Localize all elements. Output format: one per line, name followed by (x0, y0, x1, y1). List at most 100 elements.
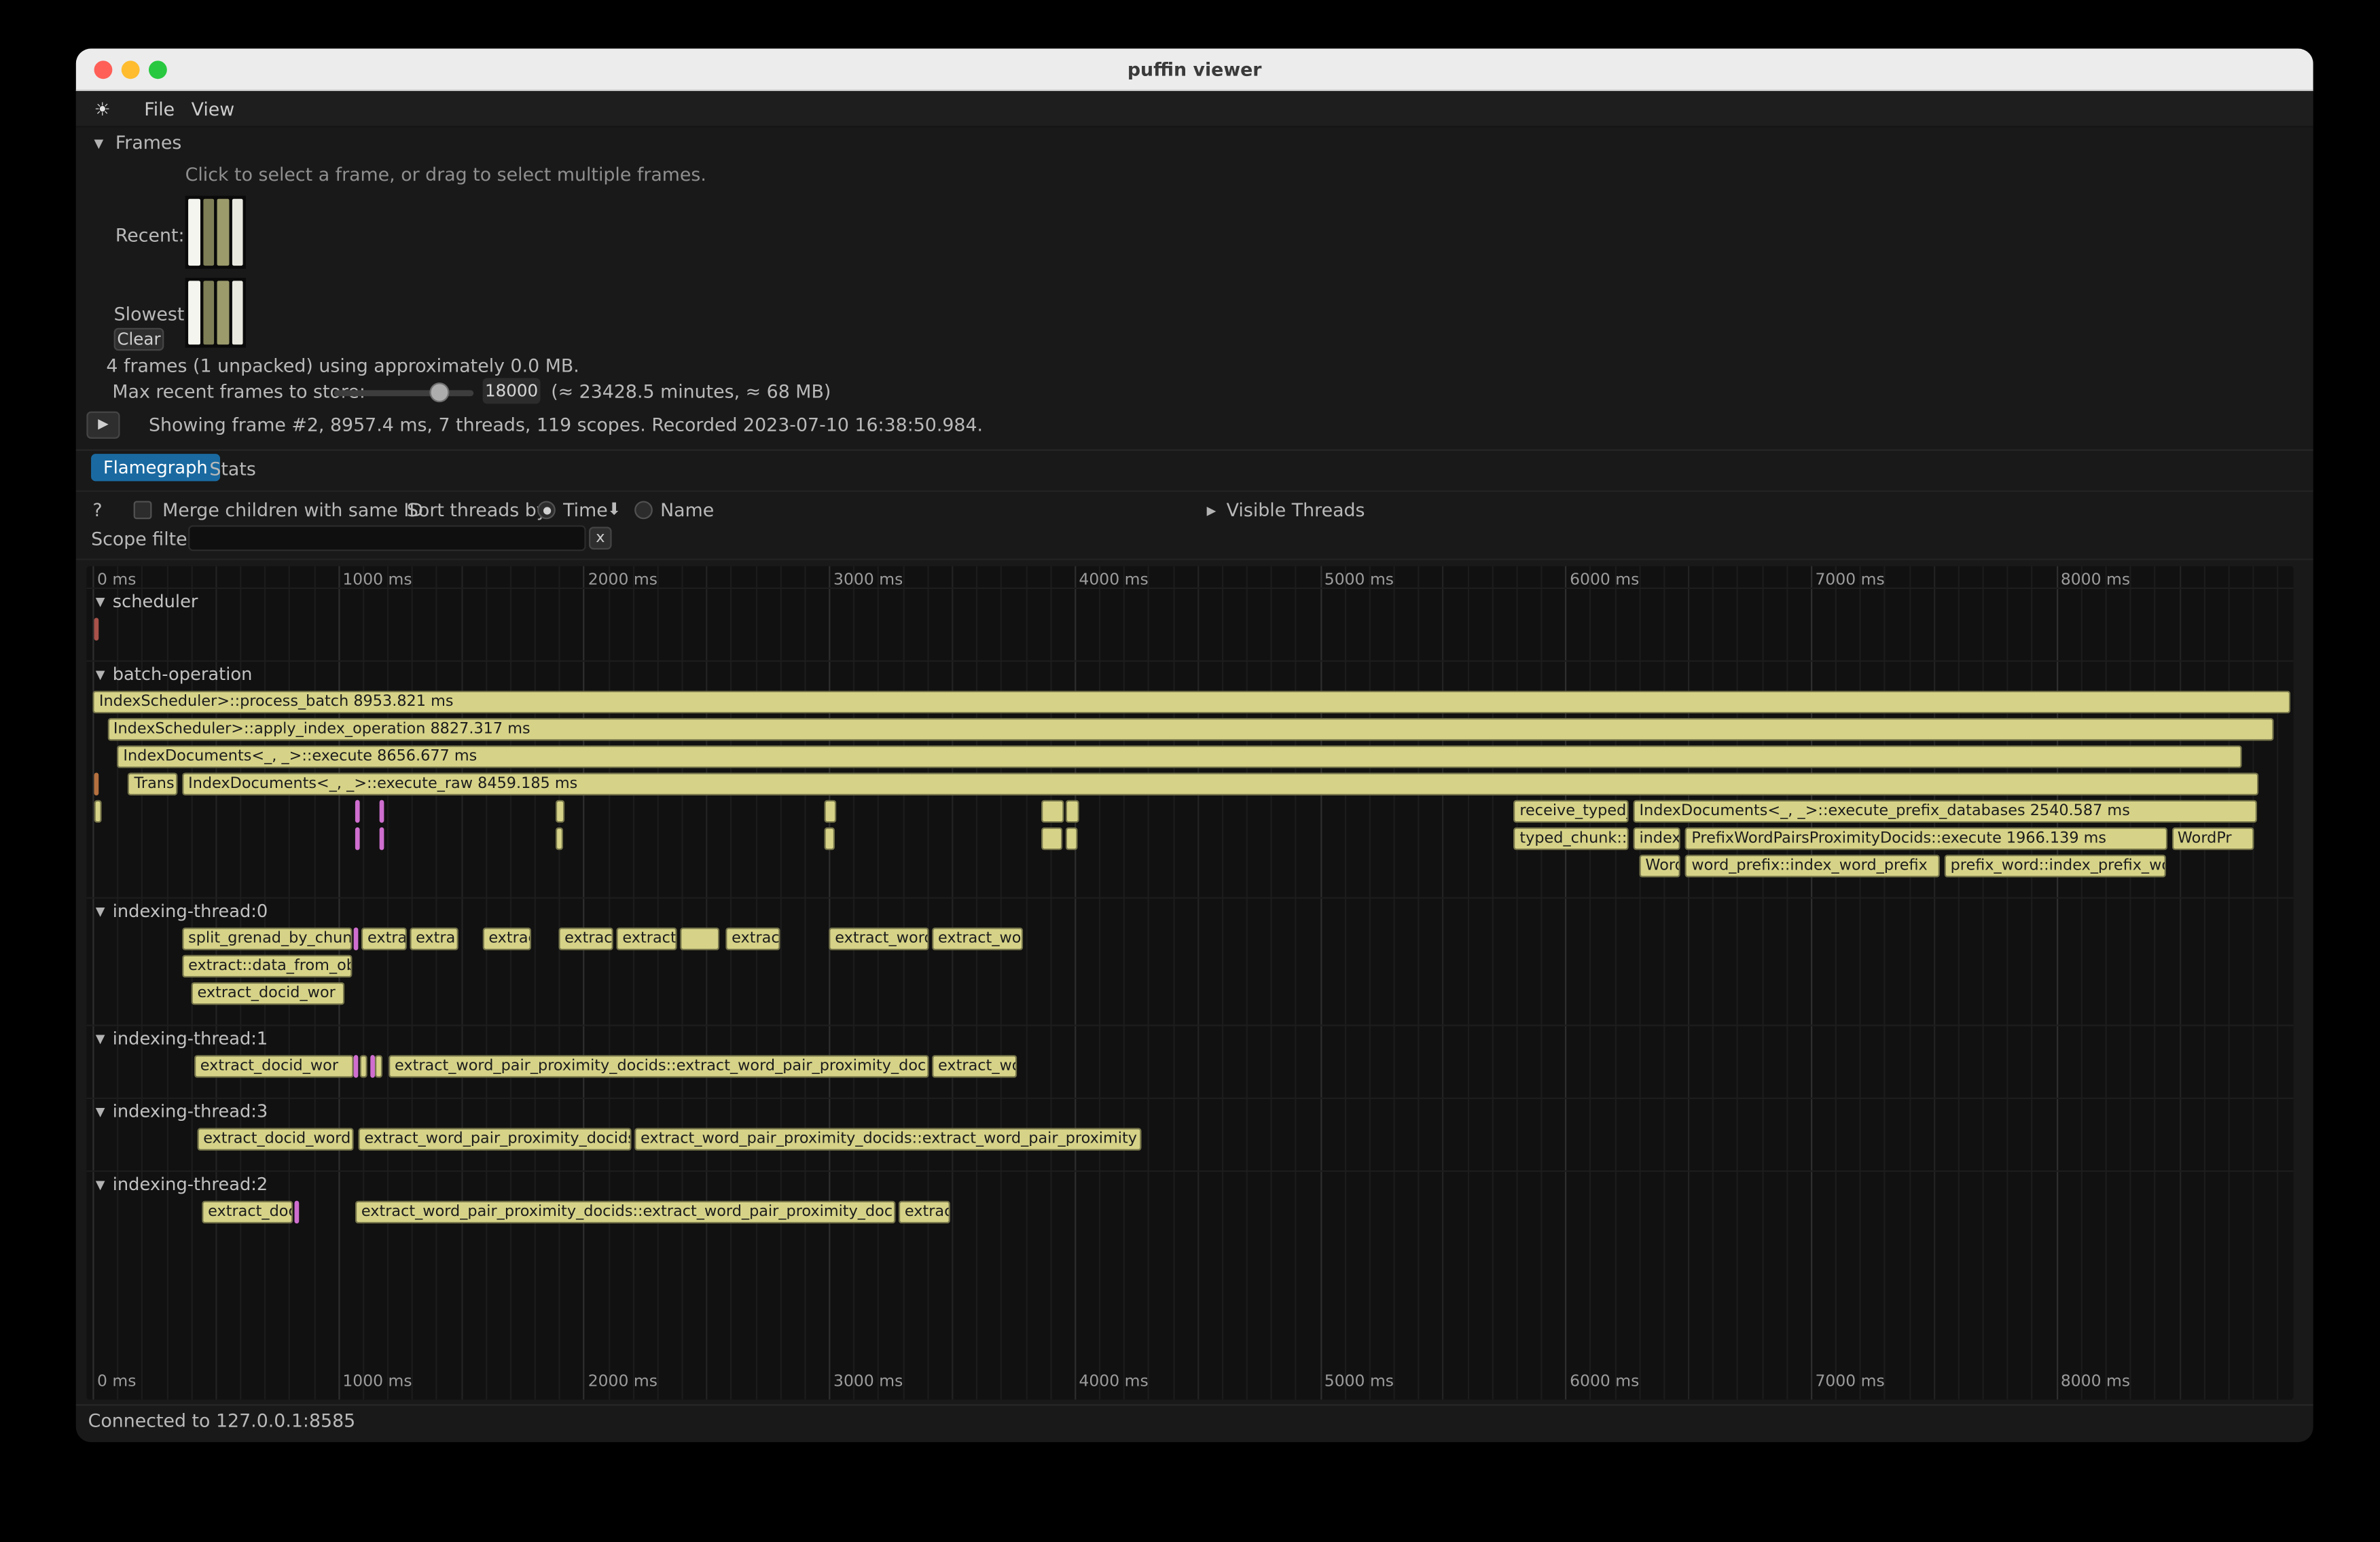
scope-bar[interactable]: extract_word_pair_proximity_docids::extr… (634, 1128, 1142, 1151)
sort-time-label[interactable]: Time (563, 499, 608, 520)
thread-header-indexing-thread:1[interactable]: ▼indexing-thread:1 (96, 1028, 268, 1049)
merge-checkbox-label[interactable]: Merge children with same ID (162, 499, 423, 520)
scope-bar[interactable]: receive_typed_ (1513, 800, 1629, 823)
scope-bar[interactable]: extract_wo (932, 1055, 1017, 1078)
scope-bar[interactable] (94, 618, 98, 641)
scope-bar[interactable]: IndexDocuments<_, _>::execute_prefix_dat… (1634, 800, 2257, 823)
thread-header-indexing-thread:3[interactable]: ▼indexing-thread:3 (96, 1100, 268, 1122)
scope-bar[interactable]: extract_docid_word (197, 1128, 353, 1151)
scope-bar[interactable]: split_grenad_by_chun (182, 927, 351, 950)
scope-bar[interactable]: extra (410, 927, 458, 950)
thread-collapse-icon[interactable]: ▼ (96, 594, 105, 608)
scope-bar[interactable]: Word (1639, 855, 1680, 878)
scope-bar[interactable] (355, 800, 360, 823)
visible-threads-header[interactable]: Visible Threads (1227, 499, 1365, 520)
scope-bar[interactable]: IndexScheduler>::process_batch 8953.821 … (93, 691, 2290, 714)
scope-bar[interactable]: extract_word (829, 927, 928, 950)
scope-bar[interactable] (1066, 827, 1078, 850)
scope-bar[interactable] (556, 827, 563, 850)
scope-bar[interactable]: extract_word_pair_proximity_docids::extr… (355, 1201, 895, 1224)
scope-bar[interactable]: extract_wo (932, 927, 1023, 950)
thread-collapse-icon[interactable]: ▼ (96, 904, 105, 918)
scope-bar[interactable]: extract_word_pair_proximity_docids::extr… (389, 1055, 928, 1078)
play-button[interactable]: ▶ (86, 412, 120, 439)
scope-bar[interactable]: prefix_word::index_prefix_wo (1945, 855, 2167, 878)
frame-thumbnail-bar[interactable] (202, 281, 214, 344)
scope-bar[interactable]: extract_word_pair_proximity_docids (358, 1128, 631, 1151)
sort-time-radio[interactable] (537, 501, 556, 519)
frame-thumbnail-bar[interactable] (188, 199, 200, 266)
scope-bar[interactable] (370, 1055, 375, 1078)
thread-collapse-icon[interactable]: ▼ (96, 1031, 105, 1045)
clear-button[interactable]: Clear (114, 328, 164, 351)
help-button[interactable]: ? (92, 499, 102, 520)
flamegraph-canvas[interactable]: 0 ms0 ms1000 ms1000 ms2000 ms2000 ms3000… (86, 567, 2293, 1400)
frame-thumbnail-bar[interactable] (188, 281, 200, 344)
scope-bar[interactable]: WordPr (2171, 827, 2254, 850)
scope-bar[interactable]: extract_docid_wor (192, 982, 345, 1005)
scope-bar[interactable]: extract::data_from_ob (182, 955, 351, 978)
scope-bar[interactable] (375, 1055, 382, 1078)
menu-view[interactable]: View (192, 91, 235, 128)
scope-bar[interactable]: extract_ (558, 927, 613, 950)
scope-bar[interactable] (353, 927, 358, 950)
frames-section-header[interactable]: Frames (115, 132, 182, 153)
thread-collapse-icon[interactable]: ▼ (96, 1105, 105, 1118)
scope-bar[interactable] (380, 827, 384, 850)
scope-bar[interactable] (556, 800, 564, 823)
max-recent-slider[interactable] (334, 390, 474, 396)
scope-bar[interactable] (355, 827, 360, 850)
tab-stats[interactable]: Stats (209, 459, 255, 480)
theme-toggle-icon[interactable]: ☀ (94, 91, 111, 128)
recent-frames-thumbnail[interactable] (185, 196, 246, 268)
scope-bar[interactable]: IndexDocuments<_, _>::execute_raw 8459.1… (182, 772, 2258, 795)
merge-checkbox[interactable] (134, 501, 152, 519)
slowest-frames-thumbnail[interactable] (185, 278, 246, 348)
tab-flamegraph[interactable]: Flamegraph (91, 454, 220, 481)
frame-thumbnail-bar[interactable] (232, 199, 243, 266)
frame-thumbnail-bar[interactable] (202, 199, 214, 266)
scope-bar[interactable]: IndexScheduler>::apply_index_operation 8… (107, 718, 2274, 741)
scope-bar[interactable]: word_prefix::index_word_prefix (1685, 855, 1939, 878)
scope-bar[interactable]: extrac (482, 927, 531, 950)
scope-bar[interactable]: extract_docid_wor (194, 1055, 354, 1078)
menu-file[interactable]: File (144, 91, 175, 128)
scope-bar[interactable] (680, 927, 719, 950)
max-recent-slider-knob[interactable] (429, 382, 449, 402)
thread-header-scheduler[interactable]: ▼scheduler (96, 590, 198, 611)
sort-name-radio[interactable] (634, 501, 653, 519)
scope-bar[interactable]: extract_ (616, 927, 677, 950)
max-recent-value[interactable]: 18000 (483, 378, 541, 404)
thread-header-batch-operation[interactable]: ▼batch-operation (96, 664, 253, 685)
scope-bar[interactable]: index (1634, 827, 1680, 850)
scope-bar[interactable] (295, 1201, 300, 1224)
frame-thumbnail-bar[interactable] (217, 281, 229, 344)
scope-bar[interactable]: extract (361, 927, 407, 950)
scope-bar[interactable] (355, 1055, 359, 1078)
frames-collapse-icon[interactable]: ▼ (94, 137, 104, 150)
thread-header-indexing-thread:2[interactable]: ▼indexing-thread:2 (96, 1173, 268, 1194)
scope-bar[interactable] (824, 827, 834, 850)
scope-bar[interactable] (94, 800, 102, 823)
scope-bar[interactable] (360, 1055, 367, 1078)
scope-bar[interactable]: extrac (899, 1201, 950, 1224)
scope-bar[interactable]: typed_chunk::w (1513, 827, 1629, 850)
sort-name-label[interactable]: Name (660, 499, 714, 520)
frame-thumbnail-bar[interactable] (217, 199, 229, 266)
scope-bar[interactable] (1066, 800, 1079, 823)
scope-bar[interactable]: IndexDocuments<_, _>::execute 8656.677 m… (117, 745, 2241, 768)
scope-bar[interactable] (824, 800, 836, 823)
frame-thumbnail-bar[interactable] (232, 281, 243, 344)
thread-header-indexing-thread:0[interactable]: ▼indexing-thread:0 (96, 900, 268, 921)
scope-bar[interactable] (380, 800, 384, 823)
scope-filter-input[interactable] (188, 525, 585, 551)
scope-bar[interactable] (94, 772, 99, 795)
scope-bar[interactable] (1041, 800, 1064, 823)
scope-filter-clear-button[interactable]: x (589, 526, 612, 550)
visible-threads-expand-icon[interactable]: ▶ (1207, 504, 1216, 518)
scope-bar[interactable] (1041, 827, 1063, 850)
scope-bar[interactable]: extract (725, 927, 780, 950)
sort-direction-icon[interactable]: ⬇ (607, 499, 621, 519)
thread-collapse-icon[interactable]: ▼ (96, 1177, 105, 1191)
scope-bar[interactable]: Trans (128, 772, 179, 795)
